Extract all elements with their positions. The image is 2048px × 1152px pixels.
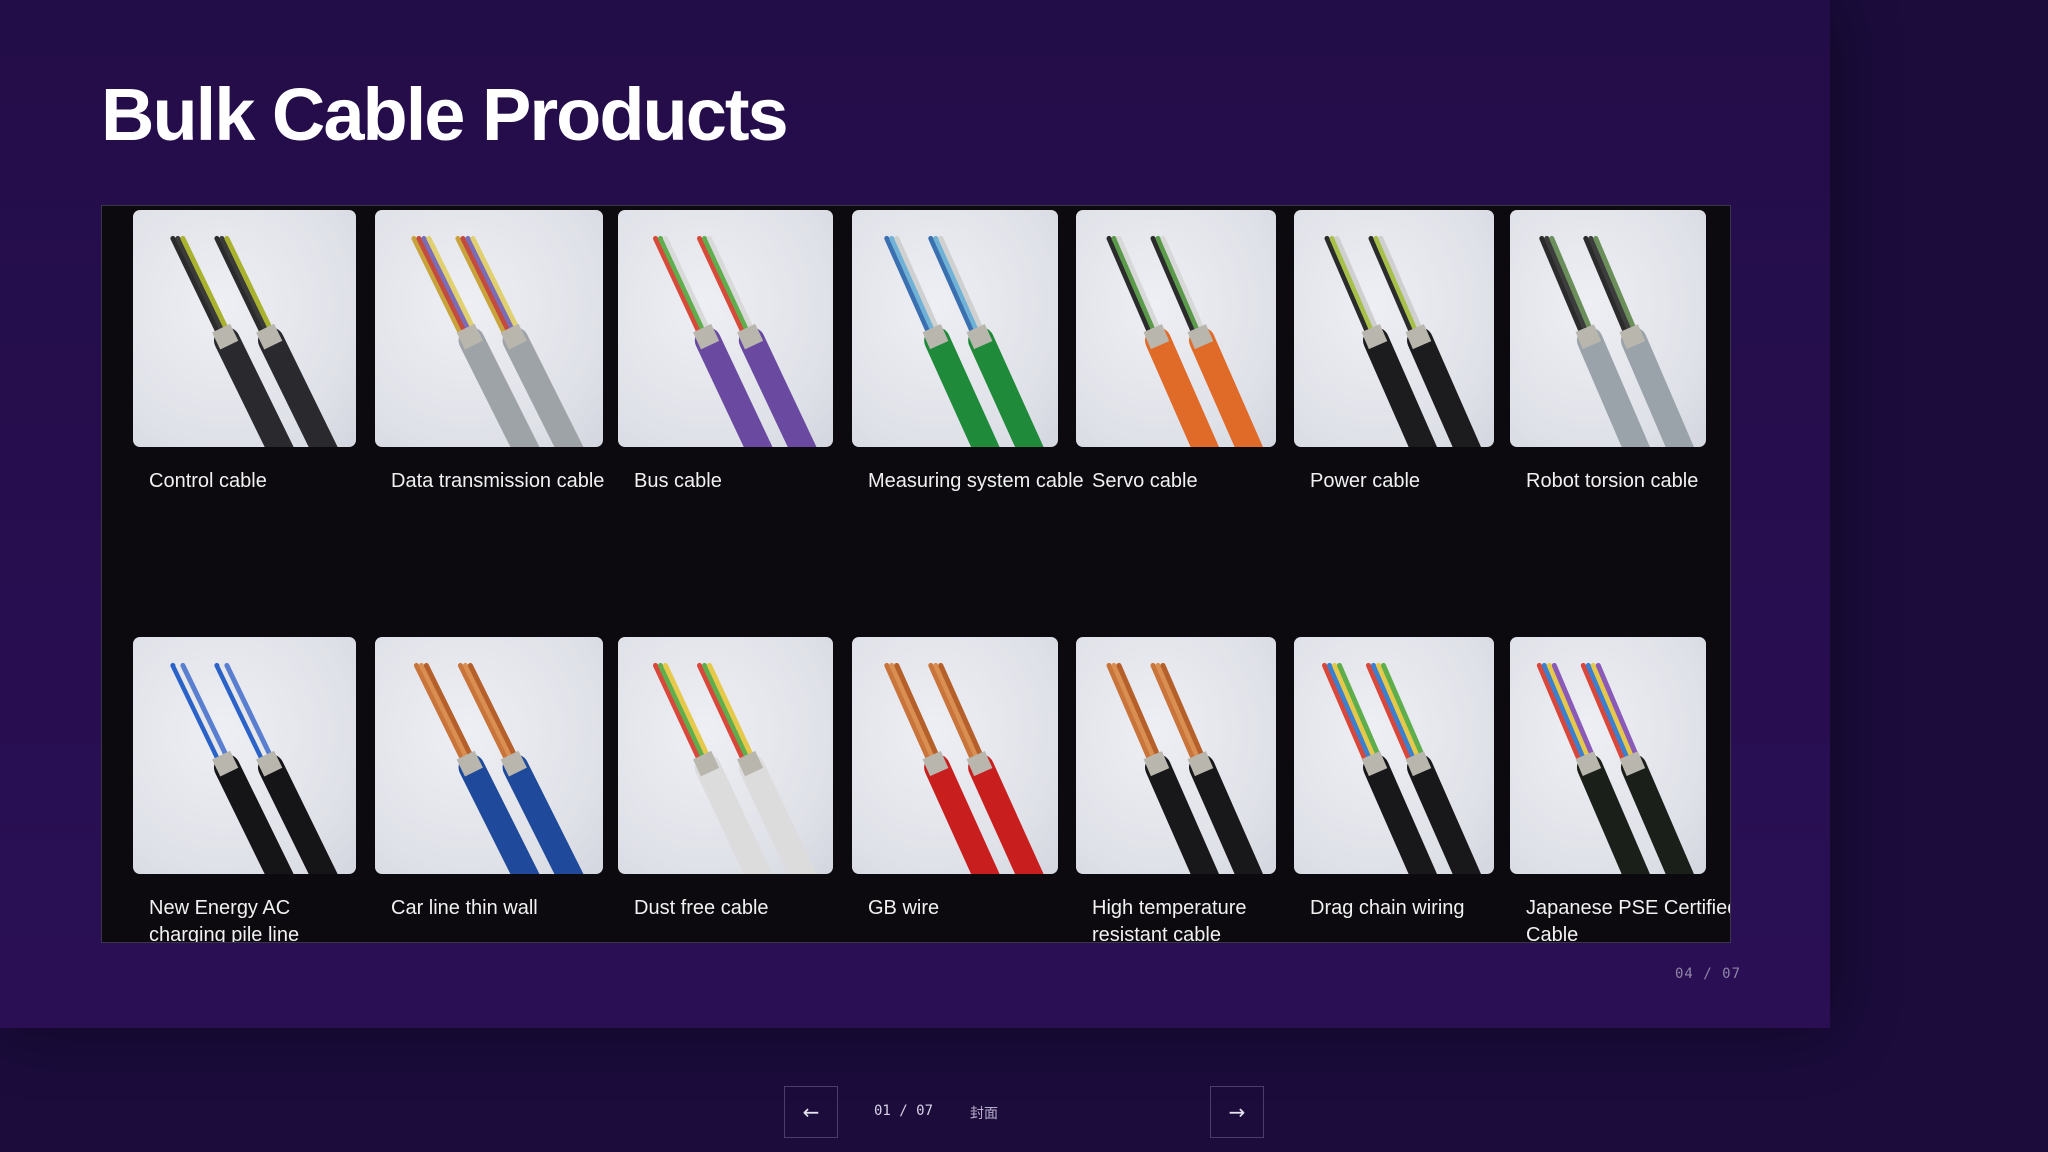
product-image — [375, 637, 603, 874]
product-card[interactable]: Servo cable — [1076, 210, 1276, 510]
product-label: Measuring system cable — [868, 470, 1084, 492]
product-label: Japanese PSE Certified Cable — [1526, 897, 1731, 943]
product-image — [618, 210, 833, 447]
product-card[interactable]: Japanese PSE Certified Cable — [1510, 637, 1730, 942]
product-card[interactable]: Control cable — [133, 210, 356, 510]
product-image — [1510, 637, 1706, 874]
product-image — [1294, 637, 1494, 874]
product-card[interactable]: Bus cable — [618, 210, 833, 510]
product-card[interactable]: Drag chain wiring — [1294, 637, 1494, 937]
product-image — [1510, 210, 1706, 447]
product-label: Servo cable — [1092, 470, 1198, 492]
product-card[interactable]: Dust free cable — [618, 637, 833, 937]
product-label: Bus cable — [634, 470, 722, 492]
product-label: Robot torsion cable — [1526, 470, 1699, 492]
product-card[interactable]: Measuring system cable — [852, 210, 1084, 510]
product-image — [1076, 210, 1276, 447]
product-image — [618, 637, 833, 874]
slide-page-indicator: 04 / 07 — [1675, 966, 1742, 982]
next-slide-button[interactable]: → — [1210, 1086, 1264, 1138]
product-image — [852, 637, 1058, 874]
product-card[interactable]: New Energy AC charging pile line — [133, 637, 356, 942]
product-label: Control cable — [149, 470, 267, 492]
product-label: New Energy AC charging pile line — [149, 897, 300, 943]
product-card[interactable]: High temperature resistant cable — [1076, 637, 1276, 942]
product-label: Power cable — [1310, 470, 1421, 492]
product-label: GB wire — [868, 897, 940, 919]
section-name: 封面 — [970, 1106, 998, 1122]
product-card[interactable]: Robot torsion cable — [1510, 210, 1706, 510]
product-image — [133, 210, 356, 447]
slide: Bulk Cable Products Control cable Data tr… — [0, 0, 1830, 1028]
product-label: Dust free cable — [634, 897, 769, 919]
product-image — [1294, 210, 1494, 447]
slide-counter: 01 / 07 — [874, 1103, 934, 1119]
product-card[interactable]: Power cable — [1294, 210, 1494, 510]
product-card[interactable]: GB wire — [852, 637, 1058, 937]
product-card[interactable]: Data transmission cable — [375, 210, 604, 510]
product-label: Drag chain wiring — [1310, 897, 1465, 919]
product-grid: Control cable Data transmission cable Bus … — [101, 205, 1731, 943]
prev-slide-button[interactable]: ← — [784, 1086, 838, 1138]
product-label: High temperature resistant cable — [1092, 897, 1247, 943]
product-label: Car line thin wall — [391, 897, 538, 919]
product-image — [852, 210, 1058, 447]
product-label: Data transmission cable — [391, 470, 605, 492]
product-card[interactable]: Car line thin wall — [375, 637, 603, 937]
product-image — [1076, 637, 1276, 874]
product-image — [375, 210, 603, 447]
slide-title: Bulk Cable Products — [101, 73, 789, 156]
product-image — [133, 637, 356, 874]
